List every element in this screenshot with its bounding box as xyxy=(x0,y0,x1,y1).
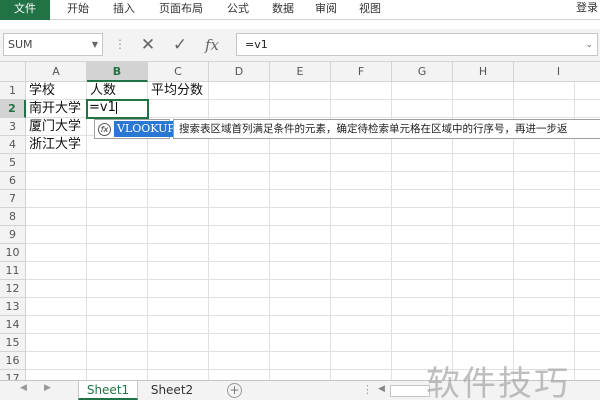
cell-a1[interactable]: 学校 xyxy=(26,82,87,100)
column-header-i[interactable]: I xyxy=(514,62,600,82)
enter-icon[interactable]: ✓ xyxy=(164,35,196,55)
sheet-tab-sheet2[interactable]: Sheet2 xyxy=(142,381,202,400)
tab-file[interactable]: 文件 xyxy=(0,0,50,20)
tab-review[interactable]: 审阅 xyxy=(306,0,346,20)
formula-bar: SUM ▼ ⋮ ✕ ✓ fx =v1 ⌄ xyxy=(0,29,600,62)
cell-c1[interactable]: 平均分数 xyxy=(148,82,218,100)
column-header-a[interactable]: A xyxy=(26,62,87,82)
row-header-10[interactable]: 10 xyxy=(0,244,26,262)
tab-insert[interactable]: 插入 xyxy=(104,0,144,20)
formula-bar-buttons: ✕ ✓ fx xyxy=(132,32,228,58)
column-header-h[interactable]: H xyxy=(453,62,514,82)
scroll-left-icon[interactable]: ◀ xyxy=(378,384,385,394)
row-header-4[interactable]: 4 xyxy=(0,136,26,154)
row-header-5[interactable]: 5 xyxy=(0,154,26,172)
name-box[interactable]: SUM ▼ xyxy=(3,33,103,56)
row-header-11[interactable]: 11 xyxy=(0,262,26,280)
row-header-6[interactable]: 6 xyxy=(0,172,26,190)
row-header-8[interactable]: 8 xyxy=(0,208,26,226)
sheet-tab-sheet1[interactable]: Sheet1 xyxy=(78,381,138,400)
column-header-e[interactable]: E xyxy=(270,62,331,82)
column-header-g[interactable]: G xyxy=(392,62,453,82)
column-header-c[interactable]: C xyxy=(148,62,209,82)
watermark-text: 软件技巧 xyxy=(426,364,570,400)
row-header-13[interactable]: 13 xyxy=(0,298,26,316)
tab-view[interactable]: 视图 xyxy=(350,0,390,20)
prev-sheet-icon[interactable]: ◀ xyxy=(20,383,27,393)
cancel-icon[interactable]: ✕ xyxy=(132,35,164,55)
column-header-f[interactable]: F xyxy=(331,62,392,82)
tab-formulas[interactable]: 公式 xyxy=(218,0,258,20)
function-description-tooltip: 搜索表区域首列满足条件的元素，确定待检索单元格在区域中的行序号，再进一步返 xyxy=(173,119,600,139)
ribbon-tab-bar: 文件 开始 插入 页面布局 公式 数据 审阅 视图 登录 xyxy=(0,0,600,20)
row-header-17[interactable]: 17 xyxy=(0,370,26,380)
row-header-3[interactable]: 3 xyxy=(0,118,26,136)
active-cell-b2[interactable]: =v1 xyxy=(86,99,149,119)
row-header-7[interactable]: 7 xyxy=(0,190,26,208)
function-name: VLOOKUP xyxy=(114,121,178,137)
cell-a4[interactable]: 浙江大学 xyxy=(26,136,87,154)
function-autocomplete-item[interactable]: fx VLOOKUP xyxy=(94,119,178,139)
next-sheet-icon[interactable]: ▶ xyxy=(44,383,51,393)
insert-function-icon[interactable]: fx xyxy=(196,36,228,54)
row-header-2[interactable]: 2 xyxy=(0,100,26,118)
expand-formula-icon[interactable]: ⌄ xyxy=(585,35,593,56)
scroll-splitter-icon[interactable]: ⋮ xyxy=(362,383,373,396)
add-sheet-icon[interactable]: + xyxy=(227,383,242,398)
formula-bar-grip-icon[interactable]: ⋮ xyxy=(114,37,126,51)
function-icon: fx xyxy=(98,123,111,136)
tab-page-layout[interactable]: 页面布局 xyxy=(151,0,211,20)
formula-text: =v1 xyxy=(245,38,268,51)
cell-b1[interactable]: 人数 xyxy=(87,82,148,100)
cell-b2-text: =v1 xyxy=(89,100,116,115)
spreadsheet-grid: ABCDEFGHI 1 2 3 4 5 6 7 8 9 10 11 12 13 14 15 16 17 学校 人… xyxy=(0,62,600,380)
login-link[interactable]: 登录 xyxy=(576,0,598,16)
cell-a2[interactable]: 南开大学 xyxy=(26,100,87,118)
text-cursor xyxy=(115,101,117,114)
column-header-b[interactable]: B xyxy=(87,62,148,82)
row-header-16[interactable]: 16 xyxy=(0,352,26,370)
scrollbar-thumb[interactable] xyxy=(390,385,430,397)
row-header-15[interactable]: 15 xyxy=(0,334,26,352)
column-header-d[interactable]: D xyxy=(209,62,270,82)
tab-home[interactable]: 开始 xyxy=(58,0,98,20)
formula-input[interactable]: =v1 ⌄ xyxy=(236,33,598,56)
row-header-12[interactable]: 12 xyxy=(0,280,26,298)
row-header-9[interactable]: 9 xyxy=(0,226,26,244)
tab-data[interactable]: 数据 xyxy=(263,0,303,20)
row-header-1[interactable]: 1 xyxy=(0,82,26,100)
select-all-corner[interactable] xyxy=(0,62,26,82)
name-box-value: SUM xyxy=(8,38,33,51)
cell-a3[interactable]: 厦门大学 xyxy=(26,118,87,136)
chevron-down-icon[interactable]: ▼ xyxy=(92,34,98,55)
row-header-14[interactable]: 14 xyxy=(0,316,26,334)
